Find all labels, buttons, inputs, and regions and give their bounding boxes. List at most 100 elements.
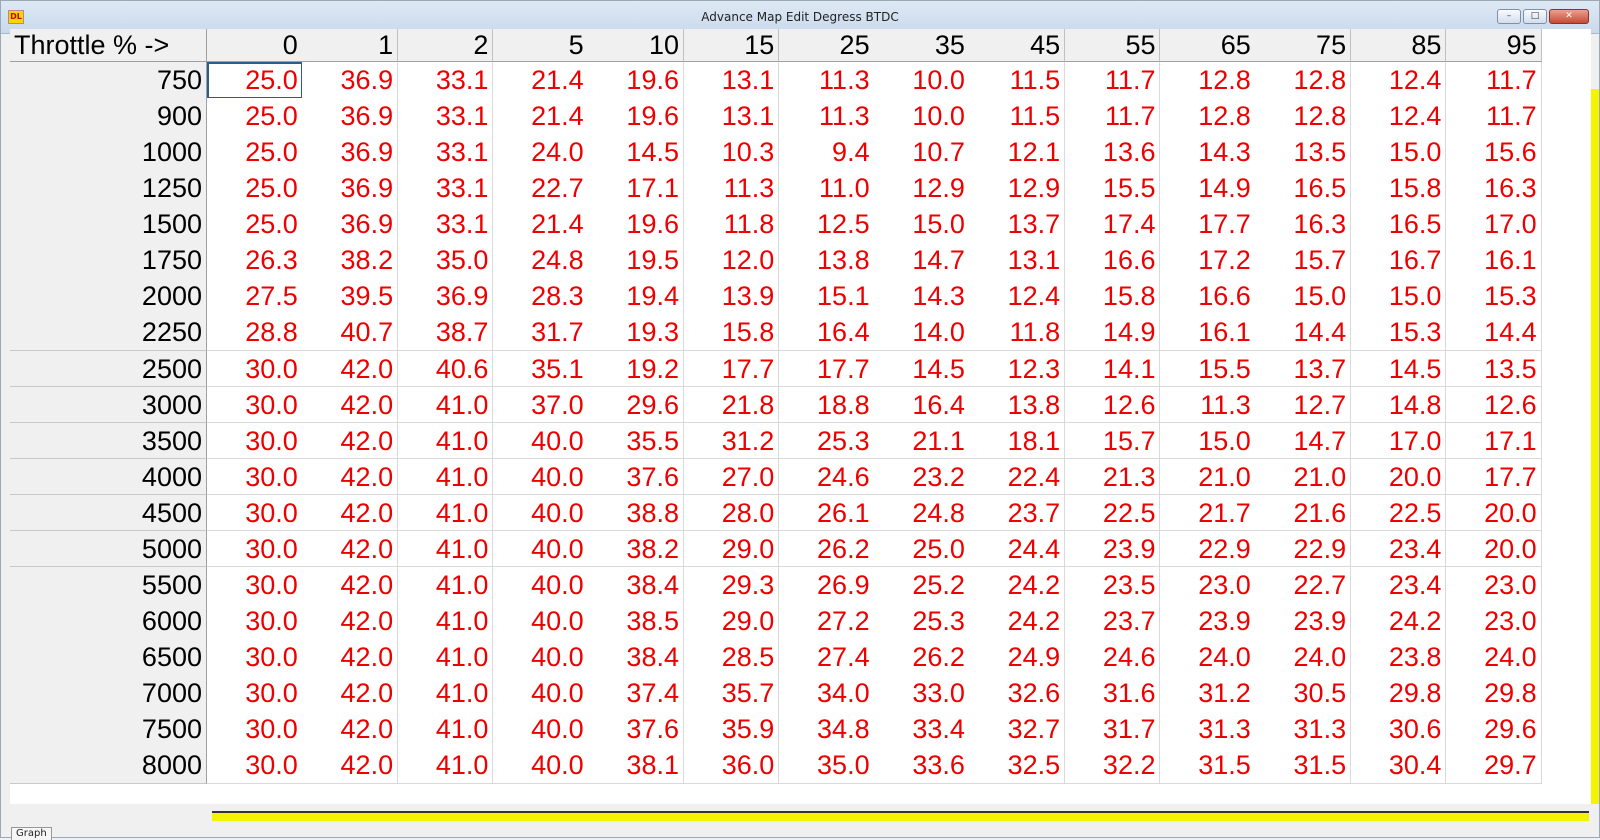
table-cell[interactable]: 32.6 [969,675,1066,712]
table-cell[interactable]: 17.7 [1445,458,1542,496]
table-cell[interactable]: 17.2 [1160,242,1256,279]
table-cell[interactable]: 36.9 [397,278,494,315]
table-cell[interactable]: 12.7 [1255,386,1352,424]
table-cell[interactable]: 23.0 [1445,566,1542,604]
table-cell[interactable]: 35.7 [683,675,780,712]
table-cell[interactable]: 41.0 [397,458,494,496]
table-cell[interactable]: 11.3 [778,62,875,99]
table-cell[interactable]: 26.2 [874,639,970,676]
table-cell[interactable]: 38.2 [588,530,684,568]
table-cell[interactable]: 21.3 [1064,458,1161,496]
column-header[interactable]: 45 [969,29,1066,62]
table-cell[interactable]: 38.8 [588,494,684,532]
table-cell[interactable]: 26.3 [207,242,303,279]
table-cell[interactable]: 21.1 [874,422,970,460]
table-cell[interactable]: 31.2 [1160,675,1256,712]
table-cell[interactable]: 21.0 [1160,458,1256,496]
table-cell[interactable]: 12.6 [1445,386,1542,424]
table-cell[interactable]: 15.3 [1445,278,1542,315]
table-cell[interactable]: 36.0 [683,747,780,784]
column-header[interactable]: 15 [683,29,780,62]
table-cell[interactable]: 33.1 [397,62,494,99]
table-cell[interactable]: 15.0 [1160,422,1256,460]
table-cell[interactable]: 25.0 [207,206,303,243]
table-cell[interactable]: 17.7 [1160,206,1256,243]
column-header[interactable]: 65 [1160,29,1256,62]
table-cell[interactable]: 12.8 [1160,62,1256,99]
table-cell[interactable]: 42.0 [302,386,399,424]
table-cell[interactable]: 16.4 [778,314,875,352]
table-cell[interactable]: 22.9 [1160,530,1256,568]
table-cell[interactable]: 37.6 [588,711,684,748]
column-header[interactable]: 55 [1064,29,1161,62]
table-cell[interactable]: 39.5 [302,278,399,315]
table-cell[interactable]: 14.4 [1255,314,1352,352]
table-cell[interactable]: 41.0 [397,386,494,424]
table-cell[interactable]: 31.5 [1255,747,1352,784]
table-cell[interactable]: 30.0 [207,747,303,784]
table-cell[interactable]: 33.1 [397,206,494,243]
table-cell[interactable]: 24.4 [969,530,1066,568]
table-cell[interactable]: 16.3 [1255,206,1352,243]
table-cell[interactable]: 31.2 [683,422,780,460]
row-header[interactable]: 1250 [10,170,207,207]
table-cell[interactable]: 11.0 [778,170,875,207]
table-cell[interactable]: 21.4 [492,62,589,99]
table-cell[interactable]: 9.4 [778,134,875,171]
table-cell[interactable]: 12.4 [1350,62,1447,99]
column-header[interactable]: 75 [1255,29,1352,62]
table-cell[interactable]: 28.5 [683,639,780,676]
table-cell[interactable]: 42.0 [302,603,399,640]
row-header[interactable]: 5000 [10,530,207,568]
table-cell[interactable]: 19.6 [588,62,684,99]
table-cell[interactable]: 14.5 [1350,350,1447,388]
table-cell[interactable]: 15.8 [1350,170,1447,207]
table-cell[interactable]: 23.0 [1160,566,1256,604]
table-cell[interactable]: 35.0 [397,242,494,279]
table-cell[interactable]: 30.5 [1255,675,1352,712]
row-header[interactable]: 2500 [10,350,207,388]
table-cell[interactable]: 16.5 [1350,206,1447,243]
column-header[interactable]: 2 [397,29,494,62]
table-cell[interactable]: 25.3 [778,422,875,460]
table-cell[interactable]: 23.4 [1350,530,1447,568]
table-cell[interactable]: 18.8 [778,386,875,424]
table-cell[interactable]: 16.4 [874,386,970,424]
table-cell[interactable]: 25.3 [874,603,970,640]
table-cell[interactable]: 12.4 [1350,98,1447,135]
row-header[interactable]: 900 [10,98,207,135]
table-cell[interactable]: 38.5 [588,603,684,640]
table-cell[interactable]: 40.0 [492,675,589,712]
table-cell[interactable]: 24.0 [1160,639,1256,676]
table-cell[interactable]: 36.9 [302,206,399,243]
row-header[interactable]: 3000 [10,386,207,424]
table-cell[interactable]: 26.9 [778,566,875,604]
table-cell[interactable]: 13.6 [1064,134,1161,171]
table-cell[interactable]: 24.0 [1255,639,1352,676]
table-cell[interactable]: 19.6 [588,206,684,243]
table-cell[interactable]: 17.1 [588,170,684,207]
table-cell[interactable]: 30.0 [207,639,303,676]
table-cell[interactable]: 15.1 [778,278,875,315]
table-cell[interactable]: 12.0 [683,242,780,279]
column-header[interactable]: 10 [588,29,684,62]
vertical-scrollbar[interactable] [1591,89,1599,804]
table-cell[interactable]: 24.0 [1445,639,1542,676]
table-cell[interactable]: 11.7 [1064,98,1161,135]
table-cell[interactable]: 38.7 [397,314,494,352]
table-cell[interactable]: 20.0 [1445,494,1542,532]
table-cell[interactable]: 30.0 [207,422,303,460]
row-header[interactable]: 1750 [10,242,207,279]
table-cell[interactable]: 15.6 [1445,134,1542,171]
table-cell[interactable]: 38.2 [302,242,399,279]
table-cell[interactable]: 23.9 [1064,530,1161,568]
table-cell[interactable]: 27.2 [778,603,875,640]
table-cell[interactable]: 28.8 [207,314,303,352]
table-cell[interactable]: 35.9 [683,711,780,748]
table-cell[interactable]: 16.7 [1350,242,1447,279]
table-cell[interactable]: 41.0 [397,747,494,784]
table-cell[interactable]: 40.0 [492,603,589,640]
table-cell[interactable]: 24.2 [969,566,1066,604]
table-cell[interactable]: 10.0 [874,98,970,135]
table-cell[interactable]: 11.5 [969,62,1066,99]
